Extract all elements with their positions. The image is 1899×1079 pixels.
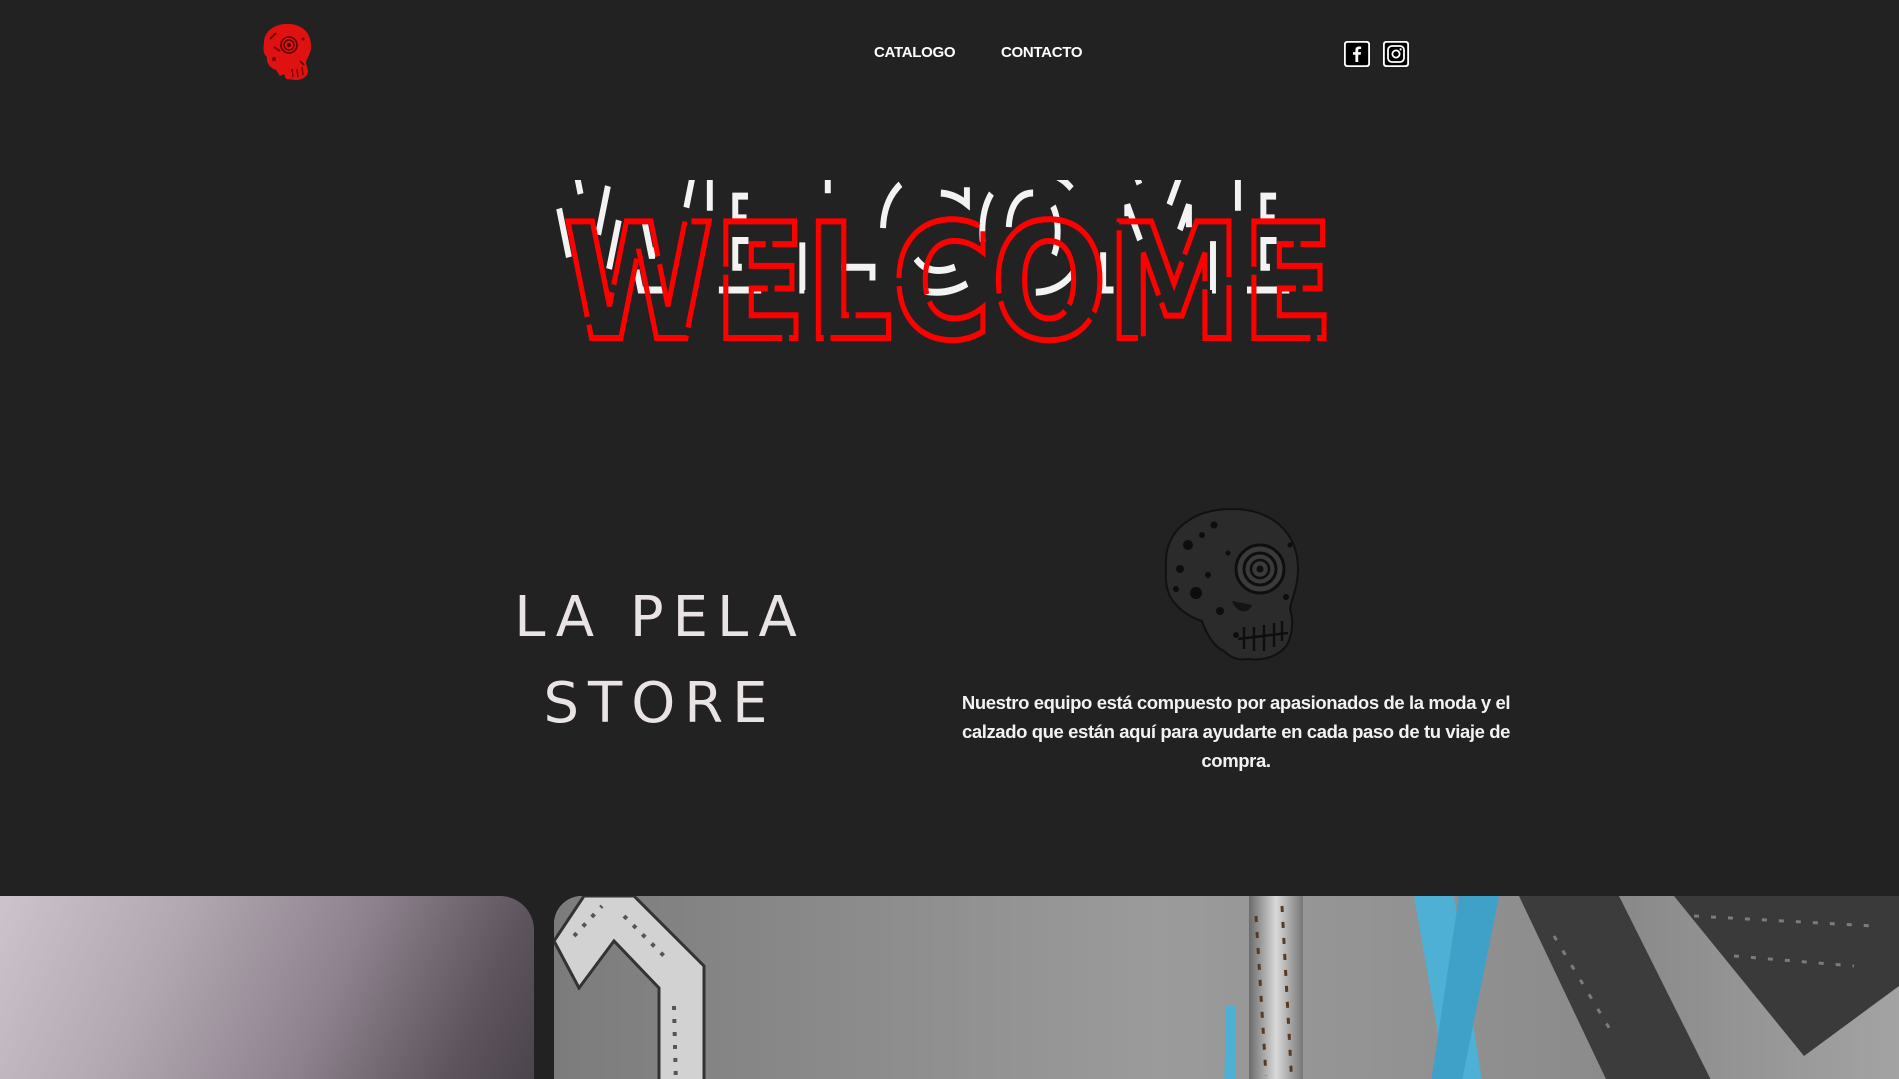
gradient-photo-card[interactable] xyxy=(0,896,534,1079)
store-title: LA PELA STORE xyxy=(440,575,880,747)
welcome-headline: WELCOME WELCOME xyxy=(540,180,1360,360)
instagram-icon[interactable] xyxy=(1383,41,1409,67)
main-nav: CATALOGO CONTACTO xyxy=(0,44,1899,64)
page: CATALOGO CONTACTO WELCOME WELCOME LA PEL… xyxy=(0,0,1899,1079)
facebook-icon[interactable] xyxy=(1344,41,1370,67)
store-title-line1: LA PELA xyxy=(514,585,806,650)
nav-contacto-link[interactable]: CONTACTO xyxy=(1001,44,1083,61)
store-title-line2: STORE xyxy=(543,671,777,736)
nav-catalogo-link[interactable]: CATALOGO xyxy=(874,44,956,61)
about-description: Nuestro equipo está compuesto por apasio… xyxy=(961,692,1511,771)
welcome-red-outline: WELCOME xyxy=(564,189,1334,360)
skull-target-eye-icon xyxy=(1158,505,1308,663)
sneaker-laces-photo-card[interactable] xyxy=(554,896,1899,1079)
